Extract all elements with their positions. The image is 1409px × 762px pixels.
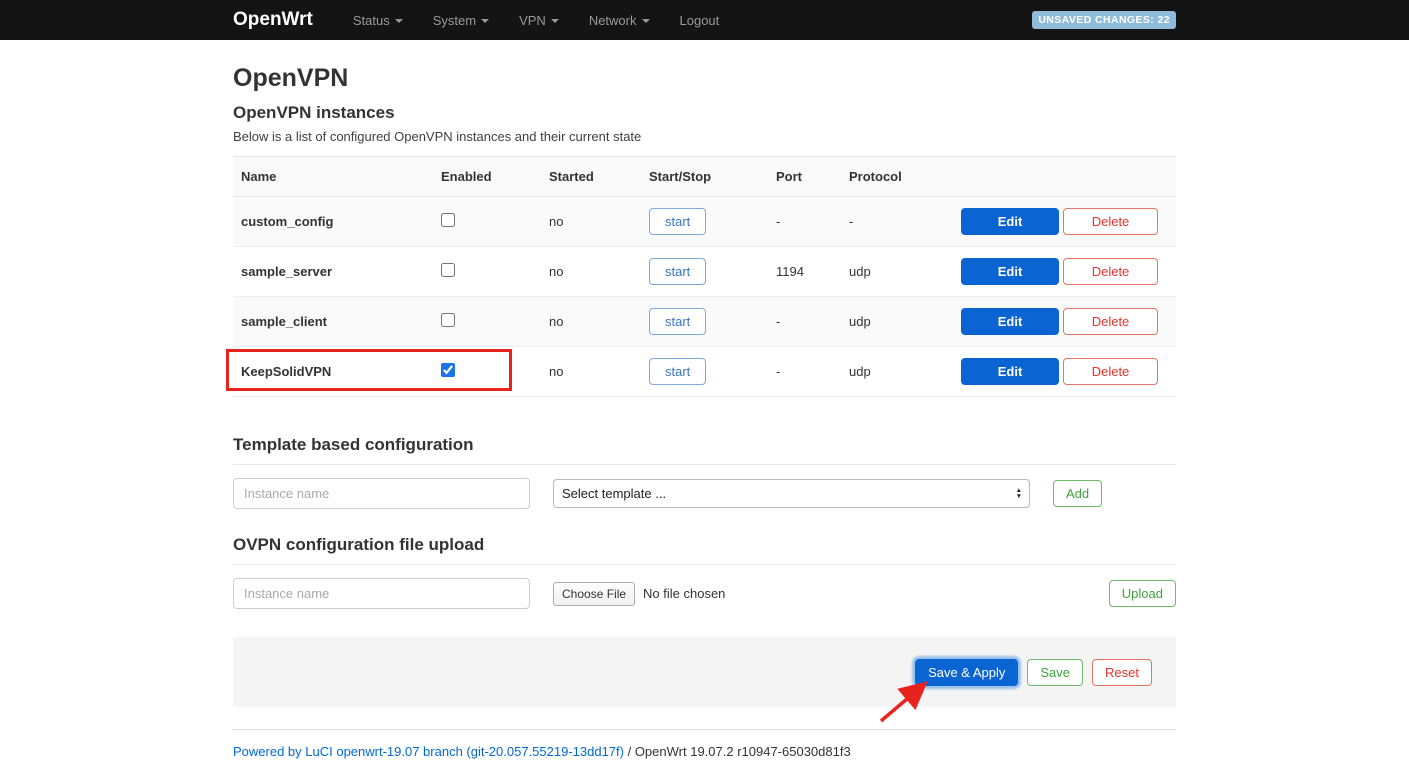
edit-button[interactable]: Edit	[961, 358, 1059, 385]
instance-name: custom_config	[241, 214, 333, 229]
reset-button[interactable]: Reset	[1092, 659, 1152, 686]
instance-name: sample_client	[241, 314, 327, 329]
enabled-checkbox[interactable]	[441, 363, 455, 377]
column-header-name: Name	[233, 157, 433, 197]
instances-description: Below is a list of configured OpenVPN in…	[233, 129, 1176, 144]
action-panel: Save & Apply Save Reset	[233, 637, 1176, 707]
upload-form-row: Choose File No file chosen Upload	[233, 578, 1176, 609]
template-form-row: Select template ... ▲▼ Add	[233, 478, 1176, 509]
instance-row: KeepSolidVPN nostart -udp EditDelete	[233, 347, 1176, 397]
nav-item-system[interactable]: System	[433, 13, 489, 28]
instance-row: custom_confignostart--EditDelete	[233, 197, 1176, 247]
chevron-down-icon	[642, 19, 650, 23]
column-header-actions	[953, 157, 1176, 197]
edit-button[interactable]: Edit	[961, 208, 1059, 235]
column-header-enabled: Enabled	[433, 157, 541, 197]
divider	[233, 729, 1176, 730]
port-value: -	[768, 197, 841, 247]
instances-table: Name Enabled Started Start/Stop Port Pro…	[233, 156, 1176, 397]
start-button[interactable]: start	[649, 208, 706, 235]
column-header-protocol: Protocol	[841, 157, 953, 197]
table-header-row: Name Enabled Started Start/Stop Port Pro…	[233, 157, 1176, 197]
chevron-down-icon	[551, 19, 559, 23]
divider	[233, 564, 1176, 565]
luci-footer-link[interactable]: Powered by LuCI openwrt-19.07 branch (gi…	[233, 744, 624, 759]
enabled-checkbox[interactable]	[441, 213, 455, 227]
main-content: OpenVPN OpenVPN instances Below is a lis…	[233, 64, 1176, 759]
page-title: OpenVPN	[233, 64, 1176, 93]
upload-button[interactable]: Upload	[1109, 580, 1176, 607]
delete-button[interactable]: Delete	[1063, 358, 1158, 385]
port-value: -	[768, 347, 841, 397]
template-section-heading: Template based configuration	[233, 435, 1176, 455]
instance-row: sample_client nostart -udp EditDelete	[233, 297, 1176, 347]
instance-name: KeepSolidVPN	[241, 364, 331, 379]
upload-section-heading: OVPN configuration file upload	[233, 535, 1176, 555]
template-select[interactable]: Select template ...	[553, 479, 1030, 508]
chevron-down-icon	[395, 19, 403, 23]
started-status: no	[541, 197, 641, 247]
brand-logo[interactable]: OpenWrt	[233, 9, 313, 31]
column-header-started: Started	[541, 157, 641, 197]
protocol-value: udp	[841, 347, 953, 397]
chevron-down-icon	[481, 19, 489, 23]
column-header-startstop: Start/Stop	[641, 157, 768, 197]
enabled-checkbox[interactable]	[441, 263, 455, 277]
footer: Powered by LuCI openwrt-19.07 branch (gi…	[233, 744, 1176, 759]
choose-file-button[interactable]: Choose File	[553, 582, 635, 606]
divider	[233, 464, 1176, 465]
no-file-chosen-text: No file chosen	[643, 586, 725, 601]
started-status: no	[541, 347, 641, 397]
delete-button[interactable]: Delete	[1063, 208, 1158, 235]
template-instance-name-input[interactable]	[233, 478, 530, 509]
save-apply-button[interactable]: Save & Apply	[915, 659, 1018, 686]
protocol-value: -	[841, 197, 953, 247]
unsaved-changes-badge[interactable]: UNSAVED CHANGES: 22	[1032, 11, 1176, 29]
started-status: no	[541, 297, 641, 347]
enabled-checkbox[interactable]	[441, 313, 455, 327]
delete-button[interactable]: Delete	[1063, 258, 1158, 285]
nav-item-logout[interactable]: Logout	[680, 13, 720, 28]
port-value: 1194	[768, 247, 841, 297]
upload-instance-name-input[interactable]	[233, 578, 530, 609]
start-button[interactable]: start	[649, 258, 706, 285]
footer-version-text: / OpenWrt 19.07.2 r10947-65030d81f3	[624, 744, 851, 759]
edit-button[interactable]: Edit	[961, 308, 1059, 335]
started-status: no	[541, 247, 641, 297]
start-button[interactable]: start	[649, 308, 706, 335]
instances-heading: OpenVPN instances	[233, 103, 1176, 123]
instances-table-body: custom_confignostart--EditDeletesample_s…	[233, 197, 1176, 397]
nav-item-status[interactable]: Status	[353, 13, 403, 28]
navbar: OpenWrt Status System VPN Network Logout…	[0, 0, 1409, 40]
instance-row: sample_server nostart 1194udp EditDelete	[233, 247, 1176, 297]
protocol-value: udp	[841, 297, 953, 347]
template-select-wrap: Select template ... ▲▼	[553, 479, 1030, 508]
nav-item-vpn[interactable]: VPN	[519, 13, 559, 28]
instance-name: sample_server	[241, 264, 332, 279]
add-button[interactable]: Add	[1053, 480, 1102, 507]
edit-button[interactable]: Edit	[961, 258, 1059, 285]
file-input-group: Choose File No file chosen	[553, 582, 1086, 606]
port-value: -	[768, 297, 841, 347]
main-menu: Status System VPN Network Logout	[353, 13, 719, 28]
delete-button[interactable]: Delete	[1063, 308, 1158, 335]
start-button[interactable]: start	[649, 358, 706, 385]
protocol-value: udp	[841, 247, 953, 297]
save-button[interactable]: Save	[1027, 659, 1083, 686]
nav-item-network[interactable]: Network	[589, 13, 650, 28]
column-header-port: Port	[768, 157, 841, 197]
